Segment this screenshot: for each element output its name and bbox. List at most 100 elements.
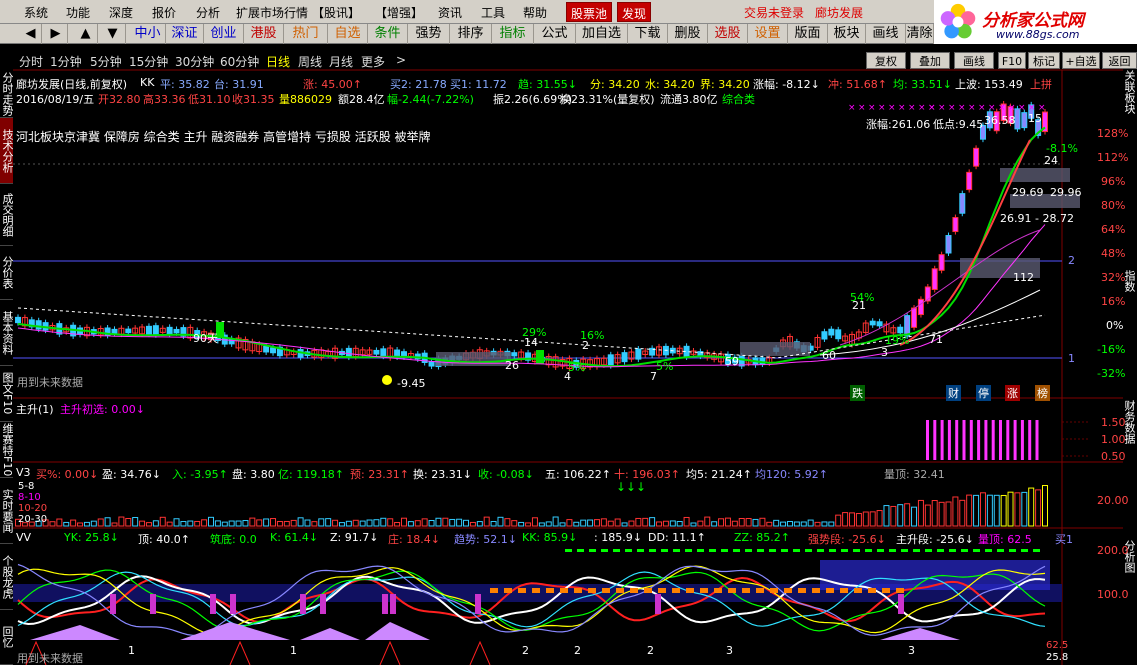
kk-label: KK bbox=[140, 76, 155, 89]
volume-bar bbox=[931, 500, 938, 527]
volume-bar bbox=[380, 517, 387, 527]
volume-bar bbox=[1000, 494, 1007, 527]
volume-bar bbox=[304, 519, 311, 527]
oscillator-orange-block bbox=[826, 588, 834, 593]
volume-bar bbox=[456, 518, 463, 527]
oscillator-green-dash bbox=[841, 549, 848, 552]
volume-bar bbox=[552, 516, 559, 527]
volume-bar bbox=[139, 520, 146, 527]
volume-bar bbox=[883, 505, 890, 527]
volume-bar bbox=[166, 521, 173, 527]
top-x-marker: × bbox=[918, 103, 926, 113]
top-x-marker: × bbox=[888, 103, 896, 113]
candle-body bbox=[938, 254, 945, 271]
oscillator-orange-block bbox=[504, 588, 512, 593]
volume-bar bbox=[325, 518, 332, 527]
price-zone-box bbox=[436, 352, 511, 366]
oscillator-green-dash bbox=[865, 549, 872, 552]
candle-body bbox=[428, 361, 435, 367]
top-x-marker: × bbox=[868, 103, 876, 113]
panel2-billion: 亿: 119.18↑ bbox=[278, 468, 344, 481]
volume-bar bbox=[442, 517, 449, 527]
main-rise-bar bbox=[1028, 420, 1032, 460]
oscillator-green-dash bbox=[985, 549, 992, 552]
main-rise-bar bbox=[1013, 420, 1017, 460]
volume-bar bbox=[221, 521, 228, 527]
volume-bar bbox=[435, 517, 442, 527]
oscillator-green-dash bbox=[673, 549, 680, 552]
event-label-finance[interactable]: 财 bbox=[946, 385, 961, 401]
volume-bar bbox=[945, 501, 952, 527]
volume-bar bbox=[649, 517, 656, 527]
candle-body bbox=[897, 326, 904, 334]
anno-2996: 29.96 bbox=[1050, 186, 1082, 199]
volume-bar bbox=[683, 516, 690, 527]
candle-body bbox=[511, 352, 518, 357]
oscillator-green-dash bbox=[565, 549, 572, 552]
oscillator-pink-bar bbox=[300, 594, 306, 614]
low-point-label: 低点:9.45 bbox=[933, 118, 984, 131]
event-label-board[interactable]: 榜 bbox=[1035, 385, 1050, 401]
event-label-rise[interactable]: 涨 bbox=[1005, 385, 1020, 401]
candle-body bbox=[270, 347, 277, 354]
panel3-top: 顶: 40.0↑ bbox=[138, 533, 190, 546]
volume-bar bbox=[297, 517, 304, 527]
volume-bar bbox=[662, 520, 669, 527]
oscillator-orange-block bbox=[658, 588, 666, 593]
candle-body bbox=[945, 235, 952, 254]
volume-bar bbox=[573, 521, 580, 527]
top-x-marker: × bbox=[988, 103, 996, 113]
volume-bar bbox=[49, 521, 56, 527]
candle-body bbox=[959, 193, 966, 214]
volume-bar bbox=[897, 504, 904, 527]
panel2-disk: 盘: 3.80 bbox=[232, 468, 275, 481]
future-data-note: 用到未来数据 bbox=[17, 376, 83, 389]
volume-bar bbox=[890, 505, 897, 527]
mai2-value: 买2: 21.78 bbox=[390, 78, 447, 91]
volume-bar bbox=[600, 518, 607, 527]
candle-body bbox=[821, 331, 828, 340]
candle-body bbox=[1021, 112, 1028, 129]
panel3-trend: 趋势: 52.1↓ bbox=[454, 533, 517, 546]
y-tick-80: 80% bbox=[1101, 199, 1126, 212]
panel2-vol-top: 量顶: 32.41 bbox=[884, 468, 945, 481]
volume-bar bbox=[676, 521, 683, 527]
volume-bar bbox=[63, 521, 70, 527]
volume-bar bbox=[242, 520, 249, 527]
anno-5pct-b: 5% bbox=[656, 360, 674, 373]
volume-bar bbox=[449, 518, 456, 527]
oscillator-green-dash bbox=[709, 549, 716, 552]
panel2-ten: 十: 196.03↑ bbox=[614, 468, 680, 481]
volume-bar bbox=[90, 520, 97, 527]
oscillator-green-dash bbox=[757, 549, 764, 552]
oscillator-green-dash bbox=[625, 549, 632, 552]
bar-high: 高33.36 bbox=[143, 93, 186, 106]
volume-bar bbox=[593, 519, 600, 527]
volume-bar bbox=[469, 521, 476, 527]
oscillator-area bbox=[180, 622, 290, 640]
event-label-fall[interactable]: 跌 bbox=[850, 385, 865, 401]
volume-bar bbox=[394, 521, 401, 527]
y-tick-64: 64% bbox=[1101, 223, 1126, 236]
low-point-marker bbox=[382, 375, 392, 385]
panel3-mainrise: 主升段: -25.6↓ bbox=[896, 533, 974, 546]
panel3-voltop: 量顶: 62.5 bbox=[978, 533, 1032, 546]
event-label-halt[interactable]: 停 bbox=[976, 385, 991, 401]
oscillator-orange-block bbox=[868, 588, 876, 593]
volume-bar bbox=[476, 521, 483, 527]
oscillator-orange-block bbox=[784, 588, 792, 593]
candle-body bbox=[152, 325, 159, 336]
panel3-zhuang: 庄: 18.4↓ bbox=[388, 533, 440, 546]
volume-bar bbox=[1035, 489, 1042, 527]
main-rise-bar bbox=[933, 420, 937, 460]
volume-bar bbox=[793, 521, 800, 527]
oscillator-orange-block bbox=[672, 588, 680, 593]
oscillator-green-dash bbox=[685, 549, 692, 552]
volume-bar bbox=[704, 516, 711, 527]
volume-bar bbox=[359, 520, 366, 527]
volume-bar bbox=[538, 522, 545, 527]
top-price-label: 36.58 bbox=[984, 114, 1016, 127]
main-rise-bar bbox=[955, 420, 959, 460]
volume-bar bbox=[807, 519, 814, 527]
oscillator-green-dash bbox=[1021, 549, 1028, 552]
